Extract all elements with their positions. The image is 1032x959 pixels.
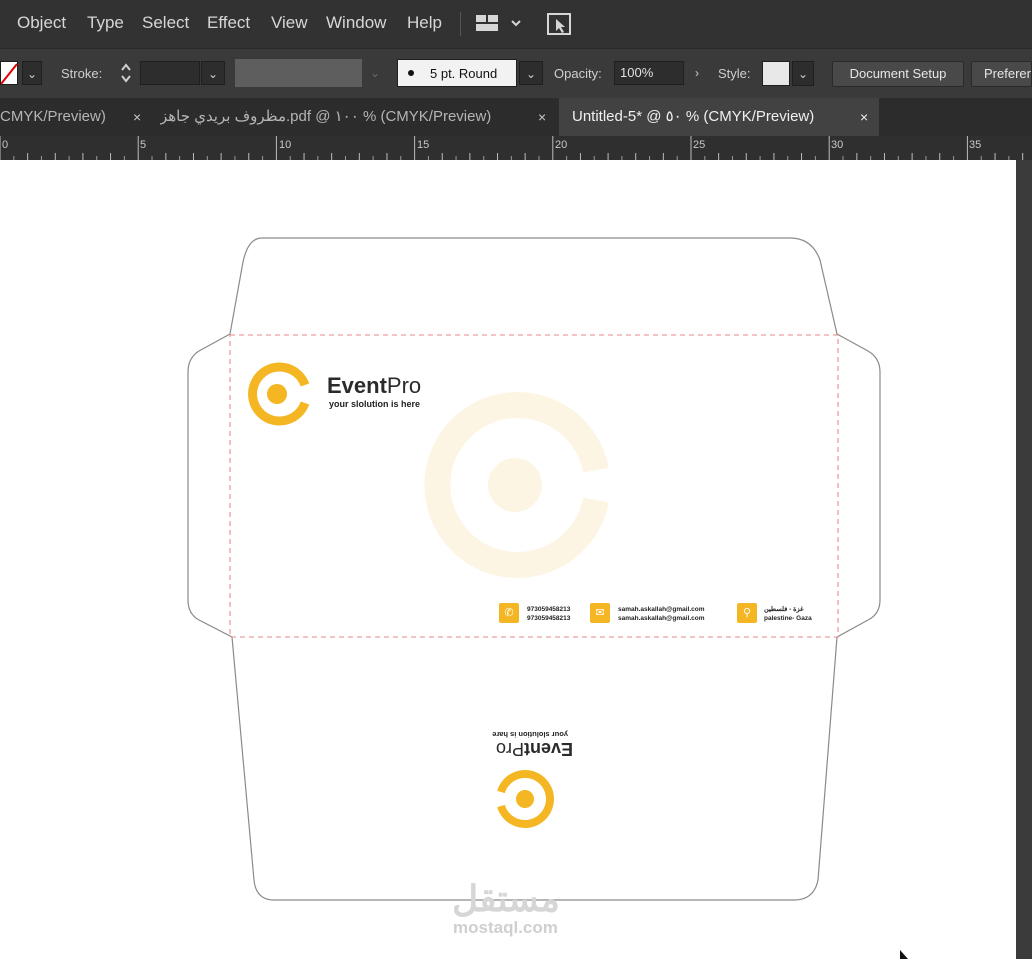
phone-number-2: 973059458213	[527, 615, 571, 622]
flap-brand-suffix: Pro	[495, 739, 524, 759]
email-icon: ✉	[590, 603, 610, 623]
mostaql-watermark-url: mostaql.com	[453, 918, 558, 937]
flap-tagline: your slolution is hare	[492, 730, 568, 739]
brand-name: EventPro	[327, 373, 421, 399]
address: غزة - فلسطين palestine- Gaza	[764, 605, 812, 623]
brand-tagline: your slolution is here	[329, 399, 421, 409]
brand-name-suffix: Pro	[386, 373, 422, 398]
cursor-arrow-icon	[900, 950, 908, 959]
flap-brand-prefix: Event	[523, 739, 573, 759]
email-addresses: samah.askallah@gmail.com samah.askallah@…	[618, 605, 705, 623]
brand-name-prefix: Event	[327, 373, 387, 398]
email-address-1: samah.askallah@gmail.com	[618, 606, 705, 613]
address-arabic: غزة - فلسطين	[764, 606, 804, 613]
flap-brand-name: EventPro	[496, 738, 573, 759]
location-pin-icon: ⚲	[737, 603, 757, 623]
phone-icon: ✆	[499, 603, 519, 623]
envelope-dieline[interactable]	[0, 0, 1016, 959]
mostaql-watermark-arabic: مستقل	[452, 878, 560, 919]
vertical-scrollbar[interactable]	[1016, 160, 1032, 959]
address-english: palestine- Gaza	[764, 615, 812, 622]
email-address-2: samah.askallah@gmail.com	[618, 615, 705, 622]
phone-number-1: 973059458213	[527, 606, 571, 613]
phone-numbers: 973059458213 973059458213	[527, 605, 570, 623]
